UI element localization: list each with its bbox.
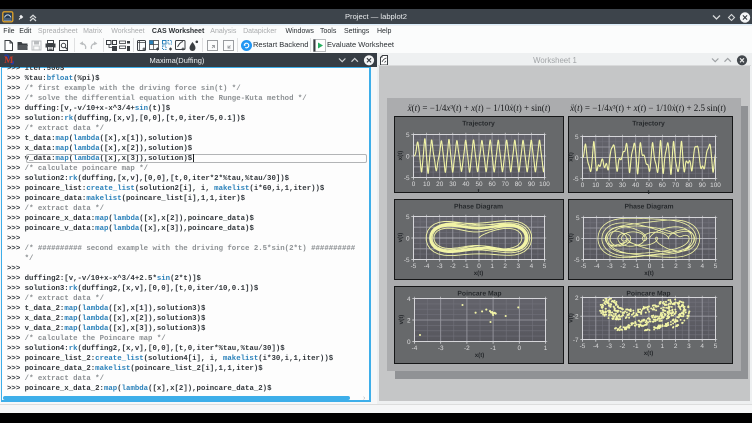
svg-text:-2: -2 bbox=[620, 263, 626, 270]
svg-text:-1: -1 bbox=[490, 345, 496, 352]
svg-text:0: 0 bbox=[576, 236, 580, 243]
svg-text:1: 1 bbox=[661, 263, 665, 270]
svg-text:60: 60 bbox=[659, 182, 667, 189]
svg-text:2: 2 bbox=[674, 343, 678, 350]
svg-text:0: 0 bbox=[518, 345, 522, 352]
svg-text:0: 0 bbox=[581, 182, 585, 189]
svg-text:70: 70 bbox=[672, 182, 680, 189]
svg-text:-5: -5 bbox=[581, 263, 587, 270]
svg-text:-1: -1 bbox=[463, 263, 469, 270]
svg-text:-4: -4 bbox=[412, 345, 418, 352]
svg-text:0: 0 bbox=[412, 181, 416, 188]
svg-text:4: 4 bbox=[701, 263, 705, 270]
svg-text:-4: -4 bbox=[593, 343, 599, 350]
svg-text:-1: -1 bbox=[633, 343, 639, 350]
svg-text:x(t): x(t) bbox=[568, 152, 574, 162]
svg-text:1: 1 bbox=[544, 345, 548, 352]
svg-text:-4: -4 bbox=[594, 263, 600, 270]
svg-text:Poincare Map: Poincare Map bbox=[626, 291, 670, 298]
svg-text:-5: -5 bbox=[573, 176, 579, 183]
svg-text:-3: -3 bbox=[606, 343, 612, 350]
svg-text:0: 0 bbox=[406, 153, 410, 160]
svg-text:100: 100 bbox=[539, 181, 550, 188]
svg-text:-3: -3 bbox=[437, 263, 443, 270]
svg-text:40: 40 bbox=[462, 181, 470, 188]
svg-text:Phase Diagram: Phase Diagram bbox=[454, 204, 503, 211]
svg-text:5: 5 bbox=[576, 215, 580, 222]
svg-text:v(t): v(t) bbox=[397, 233, 404, 243]
svg-text:0: 0 bbox=[407, 339, 411, 346]
svg-text:100: 100 bbox=[710, 182, 721, 189]
svg-text:2: 2 bbox=[674, 263, 678, 270]
svg-text:-2: -2 bbox=[620, 343, 626, 350]
svg-text:-3: -3 bbox=[438, 345, 444, 352]
svg-text:x(t): x(t) bbox=[644, 350, 654, 357]
svg-text:30: 30 bbox=[619, 182, 627, 189]
svg-text:70: 70 bbox=[502, 181, 510, 188]
svg-text:5: 5 bbox=[406, 214, 410, 221]
svg-text:60: 60 bbox=[489, 181, 497, 188]
svg-text:-5: -5 bbox=[574, 257, 580, 264]
svg-text:2: 2 bbox=[407, 317, 411, 324]
svg-text:x(t): x(t) bbox=[474, 270, 484, 277]
svg-text:90: 90 bbox=[528, 181, 536, 188]
svg-text:5: 5 bbox=[714, 263, 718, 270]
svg-text:t: t bbox=[647, 189, 649, 196]
svg-text:-5: -5 bbox=[404, 257, 410, 264]
svg-text:3: 3 bbox=[687, 343, 691, 350]
svg-text:v(t): v(t) bbox=[568, 313, 574, 323]
svg-text:80: 80 bbox=[685, 182, 693, 189]
svg-text:3: 3 bbox=[687, 263, 691, 270]
svg-text:30: 30 bbox=[449, 181, 457, 188]
svg-text:t: t bbox=[477, 188, 479, 195]
svg-text:4: 4 bbox=[407, 296, 411, 303]
svg-text:3: 3 bbox=[517, 263, 521, 270]
svg-text:Poincare Map: Poincare Map bbox=[457, 291, 501, 298]
svg-text:Phase Diagram: Phase Diagram bbox=[624, 204, 673, 211]
svg-text:x(t): x(t) bbox=[475, 352, 485, 359]
svg-text:-2: -2 bbox=[450, 263, 456, 270]
svg-text:20: 20 bbox=[606, 182, 614, 189]
svg-text:Trajectory: Trajectory bbox=[632, 121, 665, 128]
svg-text:-3: -3 bbox=[607, 263, 613, 270]
svg-text:4: 4 bbox=[530, 263, 534, 270]
svg-text:-2: -2 bbox=[464, 345, 470, 352]
svg-text:40: 40 bbox=[632, 182, 640, 189]
svg-text:4: 4 bbox=[700, 343, 704, 350]
svg-text:v(t): v(t) bbox=[398, 315, 405, 325]
svg-text:x(t): x(t) bbox=[644, 270, 654, 277]
svg-text:5: 5 bbox=[714, 343, 718, 350]
svg-text:-7: -7 bbox=[573, 337, 579, 344]
svg-text:10: 10 bbox=[423, 181, 431, 188]
svg-text:0: 0 bbox=[406, 235, 410, 242]
svg-text:80: 80 bbox=[515, 181, 523, 188]
svg-text:-4: -4 bbox=[424, 263, 430, 270]
svg-text:5: 5 bbox=[406, 132, 410, 139]
svg-text:v(t): v(t) bbox=[568, 233, 574, 243]
svg-text:-5: -5 bbox=[580, 343, 586, 350]
svg-text:5: 5 bbox=[543, 263, 547, 270]
svg-text:-1: -1 bbox=[633, 263, 639, 270]
svg-text:2: 2 bbox=[503, 263, 507, 270]
svg-text:20: 20 bbox=[436, 181, 444, 188]
svg-text:0: 0 bbox=[575, 155, 579, 162]
svg-text:1: 1 bbox=[490, 263, 494, 270]
svg-text:-5: -5 bbox=[411, 263, 417, 270]
svg-text:5: 5 bbox=[575, 134, 579, 141]
svg-text:10: 10 bbox=[592, 182, 600, 189]
svg-text:-5: -5 bbox=[404, 175, 410, 182]
svg-text:1: 1 bbox=[661, 343, 665, 350]
svg-text:90: 90 bbox=[699, 182, 707, 189]
svg-text:x(t): x(t) bbox=[397, 151, 404, 161]
svg-text:2: 2 bbox=[575, 295, 579, 302]
svg-text:Trajectory: Trajectory bbox=[462, 121, 495, 128]
